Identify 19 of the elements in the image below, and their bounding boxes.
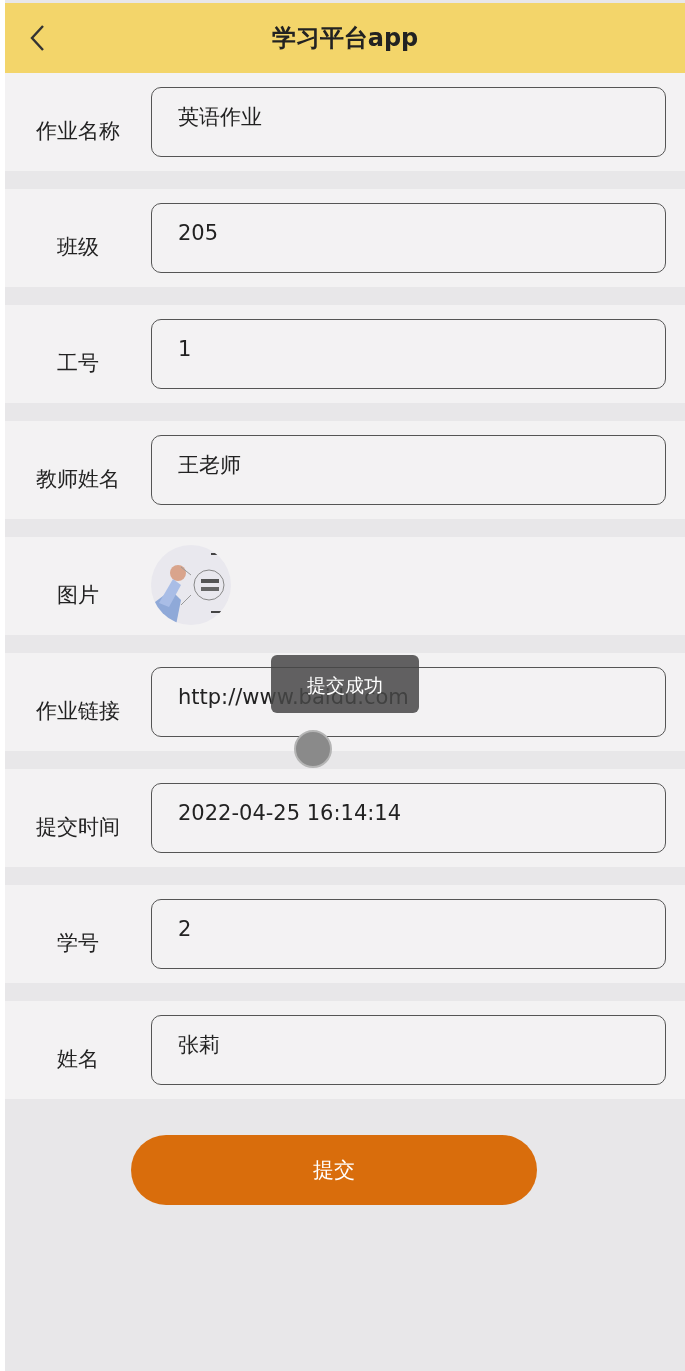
input-field[interactable]: 1 <box>151 319 666 389</box>
input-field[interactable]: 英语作业 <box>151 87 666 157</box>
field-label: 班级 <box>56 234 100 261</box>
field-label: 作业名称 <box>35 118 121 145</box>
input-field[interactable]: 张莉 <box>151 1015 666 1085</box>
back-icon[interactable] <box>29 24 45 52</box>
touch-indicator-icon <box>294 730 332 768</box>
field-label: 图片 <box>56 582 100 609</box>
field-label: 教师姓名 <box>35 466 121 493</box>
field-label: 姓名 <box>56 1046 100 1073</box>
input-field[interactable]: 2022-04-25 16:14:14 <box>151 783 666 853</box>
field-label: 作业链接 <box>35 698 121 725</box>
field-label: 提交时间 <box>35 814 121 841</box>
page-title: 学习平台app <box>271 23 419 54</box>
field-label: 工号 <box>56 350 100 377</box>
field-label: 学号 <box>56 930 100 957</box>
input-field[interactable]: 205 <box>151 203 666 273</box>
input-field[interactable]: 2 <box>151 899 666 969</box>
input-field[interactable]: 王老师 <box>151 435 666 505</box>
